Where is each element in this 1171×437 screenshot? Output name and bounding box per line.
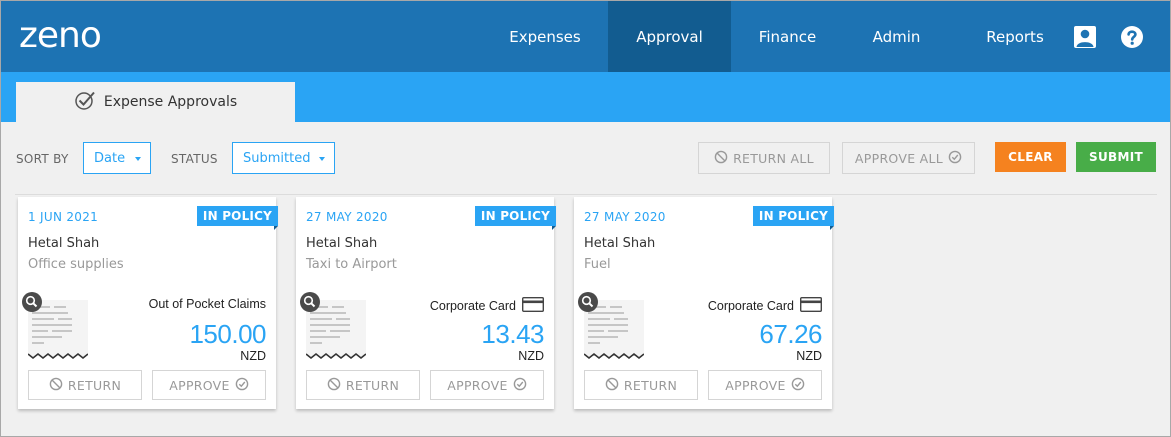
sort-value: Date	[94, 150, 126, 166]
nav-item-expenses[interactable]: Expenses	[489, 1, 601, 72]
app-window: zeno Expenses Approval Finance Admin Rep…	[0, 0, 1171, 437]
expense-date: 27 MAY 2020	[584, 210, 666, 224]
approve-button[interactable]: APPROVE	[152, 370, 266, 400]
claimant-name: Hetal Shah	[306, 236, 378, 251]
clear-button[interactable]: CLEAR	[995, 142, 1066, 172]
top-nav-bar: zeno Expenses Approval Finance Admin Rep…	[1, 1, 1170, 72]
expense-amount: 13.43	[481, 319, 544, 349]
currency-code: NZD	[796, 349, 822, 363]
status-badge: IN POLICY	[752, 206, 835, 230]
check-circle-icon	[235, 377, 249, 394]
caret-down-icon	[135, 157, 141, 161]
block-icon	[49, 377, 63, 394]
status-value: Submitted	[243, 150, 311, 166]
status-label: STATUS	[171, 152, 218, 166]
help-icon[interactable]	[1120, 25, 1144, 49]
nav-item-label: Finance	[758, 27, 817, 46]
check-circle-icon	[513, 377, 527, 394]
payment-type-label: Out of Pocket Claims	[148, 297, 266, 311]
sort-by-label: SORT BY	[16, 152, 69, 166]
currency-code: NZD	[518, 349, 544, 363]
expense-amount: 67.26	[759, 319, 822, 349]
payment-type-label: Corporate Card	[429, 299, 516, 313]
status-badge: IN POLICY	[196, 206, 279, 230]
payment-type-label: Corporate Card	[707, 299, 794, 313]
block-icon	[714, 150, 728, 167]
return-button[interactable]: RETURN	[306, 370, 420, 400]
payment-type: Out of Pocket Claims	[149, 297, 266, 311]
status-dropdown[interactable]: Submitted	[232, 142, 335, 174]
expense-description: Taxi to Airport	[306, 257, 397, 272]
magnify-icon[interactable]	[578, 292, 598, 312]
caret-down-icon	[319, 157, 325, 161]
logo-text: zeno	[19, 15, 102, 56]
credit-card-icon	[521, 296, 545, 315]
return-all-label: RETURN ALL	[733, 150, 814, 166]
claimant-name: Hetal Shah	[584, 236, 656, 251]
nav-item-label: Admin	[872, 27, 921, 46]
nav-item-reports[interactable]: Reports	[963, 1, 1067, 72]
nav-item-finance[interactable]: Finance	[736, 1, 839, 72]
expense-card[interactable]: 27 MAY 2020 IN POLICY Hetal Shah Fuel Co…	[574, 197, 835, 409]
payment-type: Corporate Card	[429, 296, 545, 315]
approve-button[interactable]: APPROVE	[708, 370, 822, 400]
return-label: RETURN	[623, 377, 678, 393]
approve-label: APPROVE	[447, 377, 508, 393]
nav-item-label: Reports	[986, 27, 1044, 46]
nav-item-label: Expenses	[509, 27, 581, 46]
expense-description: Fuel	[584, 257, 611, 272]
approve-all-label: APPROVE ALL	[854, 150, 944, 166]
currency-code: NZD	[240, 349, 266, 363]
credit-card-icon	[799, 296, 823, 315]
tab-expense-approvals[interactable]: Expense Approvals	[16, 82, 295, 122]
magnify-icon[interactable]	[22, 292, 42, 312]
check-circle-icon	[791, 377, 805, 394]
submit-button[interactable]: SUBMIT	[1076, 142, 1156, 172]
clear-label: CLEAR	[1008, 150, 1053, 164]
user-icon[interactable]	[1073, 25, 1097, 49]
expense-description: Office supplies	[28, 257, 124, 272]
approve-label: APPROVE	[169, 377, 230, 393]
expense-card[interactable]: 1 JUN 2021 IN POLICY Hetal Shah Office s…	[18, 197, 279, 409]
status-badge: IN POLICY	[474, 206, 557, 230]
approve-button[interactable]: APPROVE	[430, 370, 544, 400]
return-button[interactable]: RETURN	[584, 370, 698, 400]
expense-date: 27 MAY 2020	[306, 210, 388, 224]
sort-dropdown[interactable]: Date	[83, 142, 151, 174]
nav-item-admin[interactable]: Admin	[849, 1, 944, 72]
expense-amount: 150.00	[189, 319, 266, 349]
return-label: RETURN	[67, 377, 122, 393]
check-circle-icon	[74, 90, 96, 114]
approve-label: APPROVE	[725, 377, 786, 393]
return-button[interactable]: RETURN	[28, 370, 142, 400]
payment-type: Corporate Card	[707, 296, 823, 315]
expense-date: 1 JUN 2021	[28, 210, 99, 224]
nav-item-label: Approval	[636, 27, 703, 46]
nav-item-approval[interactable]: Approval	[608, 1, 731, 72]
block-icon	[605, 377, 619, 394]
zeno-logo[interactable]: zeno	[19, 15, 102, 57]
return-label: RETURN	[345, 377, 400, 393]
expense-card[interactable]: 27 MAY 2020 IN POLICY Hetal Shah Taxi to…	[296, 197, 557, 409]
tab-label: Expense Approvals	[103, 94, 238, 110]
toolbar-divider	[15, 194, 1157, 195]
return-all-button[interactable]: RETURN ALL	[698, 142, 830, 174]
approve-all-button[interactable]: APPROVE ALL	[842, 142, 975, 174]
magnify-icon[interactable]	[300, 292, 320, 312]
block-icon	[327, 377, 341, 394]
claimant-name: Hetal Shah	[28, 236, 100, 251]
submit-label: SUBMIT	[1089, 150, 1143, 164]
check-circle-icon	[948, 150, 962, 167]
